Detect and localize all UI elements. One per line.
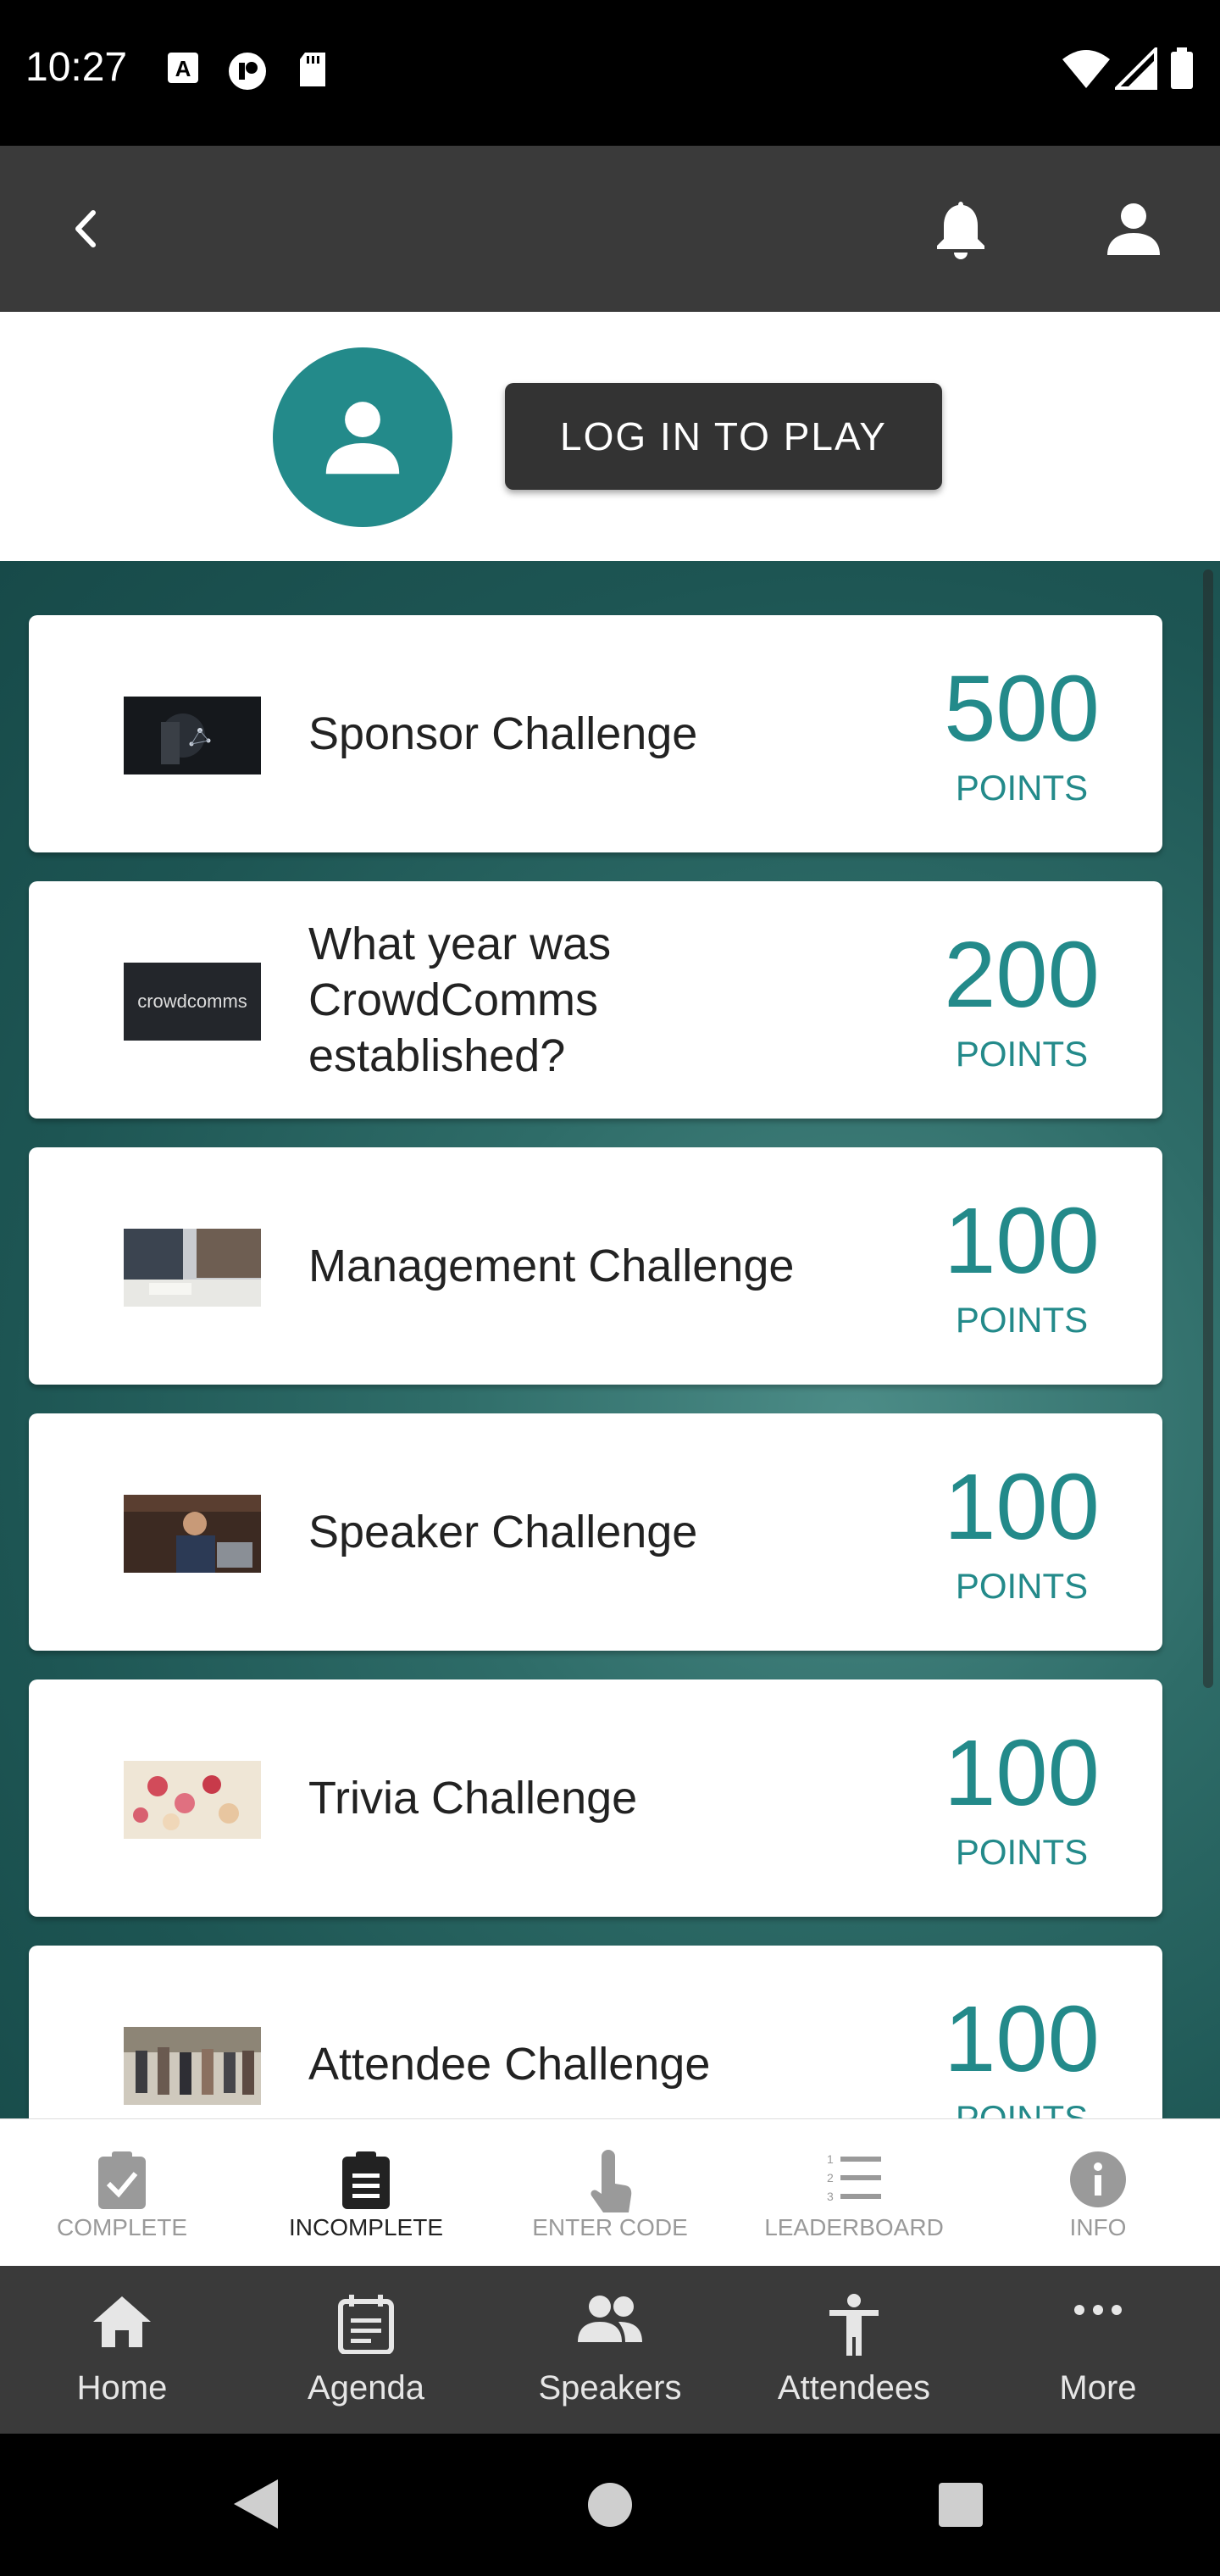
challenge-tabs: COMPLETE INCOMPLETE ENTER CODE 1 2 3 LEA…	[0, 2118, 1220, 2266]
tab-leaderboard[interactable]: 1 2 3 LEADERBOARD	[732, 2119, 976, 2267]
tab-label: LEADERBOARD	[764, 2214, 944, 2240]
bottom-nav: Home Agenda Speakers Attendees More	[0, 2266, 1220, 2434]
nav-agenda[interactable]: Agenda	[244, 2266, 488, 2434]
nav-speakers[interactable]: Speakers	[488, 2266, 732, 2434]
signal-icon	[1115, 47, 1157, 90]
points-value: 500	[944, 657, 1100, 761]
points-label: POINTS	[955, 1832, 1089, 1872]
points-label: POINTS	[955, 1034, 1089, 1074]
system-recents-icon[interactable]	[937, 2481, 984, 2529]
challenge-title: What year was CrowdComms established?	[308, 919, 612, 1081]
person-icon	[325, 402, 400, 475]
scrollbar[interactable]	[1203, 569, 1213, 1688]
bell-icon	[937, 202, 984, 259]
tab-enter-code[interactable]: ENTER CODE	[488, 2119, 732, 2267]
challenge-list[interactable]: Sponsor Challenge 500 POINTS crowdcomms …	[0, 561, 1220, 2118]
tab-label: INFO	[1069, 2214, 1127, 2240]
tab-label: COMPLETE	[56, 2214, 188, 2240]
challenge-thumbnail	[124, 1229, 261, 1307]
agenda-icon	[338, 2295, 394, 2354]
nav-label: Home	[76, 2369, 168, 2407]
touch-icon	[591, 2150, 632, 2212]
challenge-title: Speaker Challenge	[308, 1507, 698, 1557]
attendees-icon	[829, 2294, 879, 2356]
challenge-thumbnail	[124, 697, 261, 774]
more-icon	[1074, 2305, 1122, 2315]
avatar	[273, 347, 452, 527]
challenge-card[interactable]: Speaker Challenge 100 POINTS	[29, 1413, 1162, 1651]
numbered-list-icon: 1 2 3	[827, 2152, 881, 2203]
tab-label: INCOMPLETE	[288, 2214, 444, 2240]
status-time: 10:27	[25, 45, 128, 90]
svg-text:3: 3	[827, 2190, 834, 2203]
sd-card-icon	[300, 53, 325, 86]
challenge-thumbnail	[124, 1761, 261, 1839]
crowdcomms-logo: crowdcomms	[137, 991, 247, 1012]
person-icon	[1107, 203, 1160, 255]
points-value: 200	[944, 923, 1100, 1027]
login-header: LOG IN TO PLAY	[0, 312, 1220, 561]
points-label: POINTS	[955, 1566, 1089, 1606]
challenge-title: Trivia Challenge	[308, 1773, 638, 1824]
nav-label: Speakers	[538, 2369, 682, 2407]
home-icon	[93, 2296, 151, 2347]
keyboard-a-icon: A	[168, 53, 198, 83]
back-button[interactable]	[46, 188, 127, 269]
info-icon	[1070, 2151, 1126, 2207]
notifications-button[interactable]	[920, 188, 1001, 269]
challenge-card[interactable]: Trivia Challenge 100 POINTS	[29, 1679, 1162, 1917]
svg-text:1: 1	[827, 2152, 834, 2166]
system-nav-bar	[0, 2434, 1220, 2576]
clipboard-check-icon	[98, 2151, 146, 2209]
wifi-icon	[1062, 50, 1110, 88]
screen: 10:27 A LOG IN TO PLAY Sponsor Challenge…	[0, 0, 1220, 2576]
challenge-thumbnail	[124, 2027, 261, 2105]
nav-more[interactable]: More	[976, 2266, 1220, 2434]
svg-text:2: 2	[827, 2171, 834, 2185]
challenge-card[interactable]: Sponsor Challenge 500 POINTS	[29, 615, 1162, 852]
challenge-thumbnail	[124, 1495, 261, 1573]
tab-complete[interactable]: COMPLETE	[0, 2119, 244, 2267]
status-bar: 10:27 A	[0, 0, 1220, 146]
login-to-play-button[interactable]: LOG IN TO PLAY	[505, 383, 942, 490]
points-label: POINTS	[955, 768, 1089, 808]
points-label: POINTS	[955, 1300, 1089, 1340]
chevron-left-icon	[75, 210, 96, 247]
challenge-title: Attendee Challenge	[308, 2039, 711, 2090]
challenge-thumbnail: crowdcomms	[124, 963, 261, 1041]
nav-home[interactable]: Home	[0, 2266, 244, 2434]
nav-label: More	[1059, 2369, 1137, 2407]
clipboard-list-icon	[342, 2151, 390, 2209]
system-home-icon[interactable]	[586, 2481, 634, 2529]
points-value: 100	[944, 1455, 1100, 1559]
shield-icon	[229, 53, 266, 90]
battery-icon	[1171, 47, 1193, 89]
profile-button[interactable]	[1093, 188, 1174, 269]
challenge-title: Sponsor Challenge	[308, 708, 698, 759]
app-bar	[0, 146, 1220, 312]
points-label: POINTS	[955, 2098, 1089, 2118]
challenge-card[interactable]: crowdcomms What year was CrowdComms esta…	[29, 881, 1162, 1119]
speakers-icon	[578, 2296, 642, 2342]
points-value: 100	[944, 1987, 1100, 2091]
nav-attendees[interactable]: Attendees	[732, 2266, 976, 2434]
nav-label: Attendees	[777, 2369, 931, 2407]
challenge-title: Management Challenge	[308, 1241, 795, 1291]
points-value: 100	[944, 1189, 1100, 1293]
points-value: 100	[944, 1721, 1100, 1825]
challenge-card[interactable]: Attendee Challenge 100 POINTS	[29, 1946, 1162, 2118]
challenge-card[interactable]: Management Challenge 100 POINTS	[29, 1147, 1162, 1385]
nav-label: Agenda	[308, 2369, 424, 2407]
svg-text:A: A	[175, 56, 191, 81]
tab-incomplete[interactable]: INCOMPLETE	[244, 2119, 488, 2267]
tab-info[interactable]: INFO	[976, 2119, 1220, 2267]
tab-label: ENTER CODE	[532, 2214, 688, 2240]
system-back-icon[interactable]	[230, 2478, 281, 2530]
